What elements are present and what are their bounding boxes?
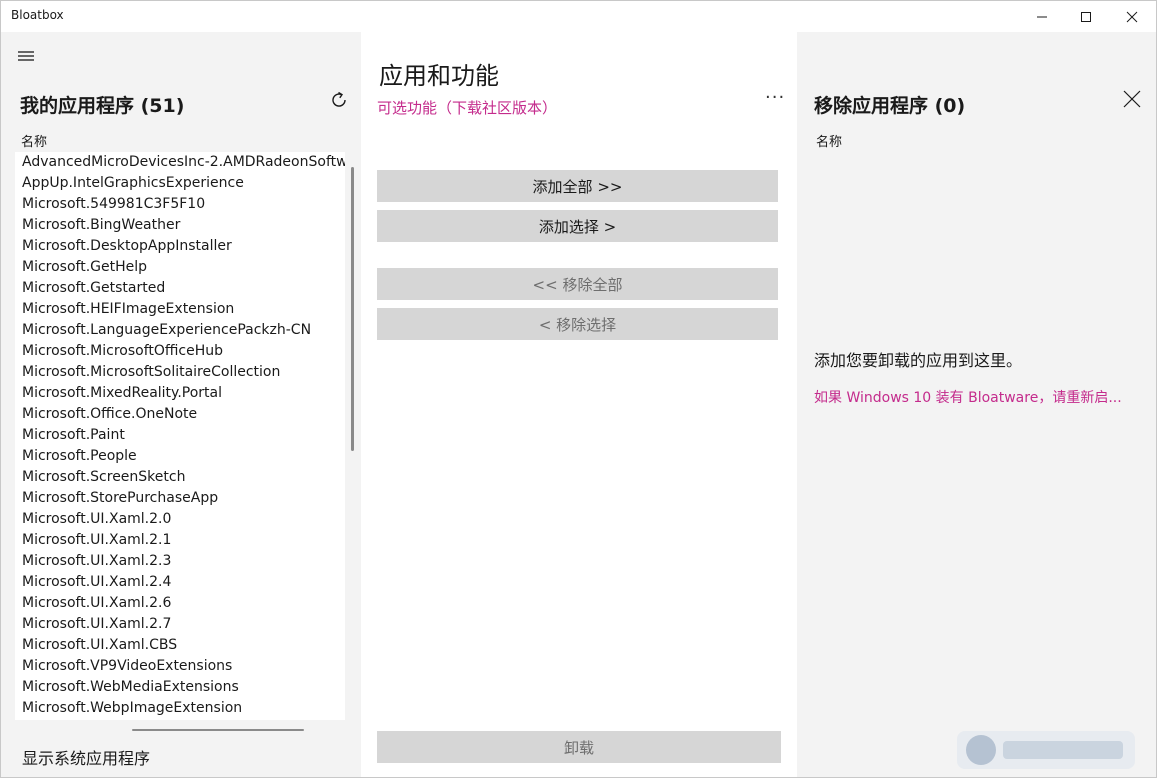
app-list-item[interactable]: Microsoft.ScreenSketch [15, 467, 345, 488]
close-icon [1126, 11, 1138, 22]
optional-features-link[interactable]: 可选功能（下载社区版本） [377, 97, 557, 118]
app-list-item[interactable]: Microsoft.UI.Xaml.CBS [15, 635, 345, 656]
app-list-item[interactable]: Microsoft.VP9VideoExtensions [15, 656, 345, 677]
app-list-item[interactable]: Microsoft.UI.Xaml.2.3 [15, 551, 345, 572]
menu-button[interactable] [15, 48, 37, 64]
app-list-item[interactable]: AppUp.IntelGraphicsExperience [15, 173, 345, 194]
bloatware-restart-link[interactable]: 如果 Windows 10 装有 Bloatware，请重新启... [814, 387, 1122, 407]
app-list-item[interactable]: Microsoft.People [15, 446, 345, 467]
my-apps-pane: 我的应用程序 (51) 名称 AdvancedMicroDevicesInc-2… [1, 32, 361, 777]
app-list-item[interactable]: Microsoft.MicrosoftOfficeHub [15, 341, 345, 362]
app-list-item[interactable]: Microsoft.UI.Xaml.2.4 [15, 572, 345, 593]
app-list-item[interactable]: Microsoft.Getstarted [15, 278, 345, 299]
app-list-item[interactable]: Microsoft.MicrosoftSolitaireCollection [15, 362, 345, 383]
apps-features-title: 应用和功能 [379, 62, 499, 90]
app-list-item[interactable]: Microsoft.DesktopAppInstaller [15, 236, 345, 257]
my-apps-title: 我的应用程序 (51) [20, 95, 185, 117]
actions-pane: 应用和功能 可选功能（下载社区版本） ··· 添加全部 >> 添加选择 > <<… [361, 32, 797, 777]
maximize-button[interactable] [1063, 1, 1109, 32]
add-selected-button[interactable]: 添加选择 > [377, 210, 778, 242]
show-system-apps-toggle[interactable]: 显示系统应用程序 [22, 745, 150, 769]
close-pane-button[interactable] [1123, 90, 1141, 108]
close-button[interactable] [1109, 1, 1155, 32]
app-list-item[interactable]: Microsoft.Office.OneNote [15, 404, 345, 425]
app-list-item[interactable]: Microsoft.MixedReality.Portal [15, 383, 345, 404]
refresh-button[interactable] [328, 89, 350, 111]
app-list-item[interactable]: Microsoft.WebpImageExtension [15, 698, 345, 719]
uninstall-button[interactable]: 卸载 [377, 731, 781, 763]
hamburger-icon [18, 51, 34, 61]
more-options-button[interactable]: ··· [765, 87, 785, 108]
app-list-item[interactable]: Microsoft.Paint [15, 425, 345, 446]
app-list-item[interactable]: Microsoft.LanguageExperiencePackzh-CN [15, 320, 345, 341]
remove-name-column-header: 名称 [816, 135, 843, 150]
list-horizontal-scrollbar[interactable] [132, 729, 304, 731]
remove-selected-button[interactable]: < 移除选择 [377, 308, 778, 340]
refresh-icon [332, 91, 346, 107]
apps-list-items: AdvancedMicroDevicesInc-2.AMDRadeonSoftw… [15, 152, 345, 719]
app-list-item[interactable]: Microsoft.BingWeather [15, 215, 345, 236]
watermark-logo [957, 731, 1135, 769]
app-window: Bloatbox 我的应用程序 (51) 名称 AdvancedMicroDev… [0, 0, 1157, 778]
remove-apps-pane: 移除应用程序 (0) 名称 添加您要卸载的应用到这里。 如果 Windows 1… [797, 32, 1156, 777]
list-vertical-scrollbar[interactable] [351, 167, 354, 451]
app-list-item[interactable]: Microsoft.UI.Xaml.2.1 [15, 530, 345, 551]
app-list-item[interactable]: Microsoft.HEIFImageExtension [15, 299, 345, 320]
app-list-item[interactable]: Microsoft.UI.Xaml.2.7 [15, 614, 345, 635]
window-title: Bloatbox [11, 8, 64, 22]
remove-apps-title: 移除应用程序 (0) [814, 95, 966, 117]
name-column-header: 名称 [21, 135, 48, 150]
app-list-item[interactable]: Microsoft.UI.Xaml.2.0 [15, 509, 345, 530]
app-list-item[interactable]: Microsoft.StorePurchaseApp [15, 488, 345, 509]
remove-all-button[interactable]: << 移除全部 [377, 268, 778, 300]
app-list-item[interactable]: Microsoft.549981C3F5F10 [15, 194, 345, 215]
maximize-icon [1081, 11, 1091, 22]
title-bar: Bloatbox [1, 1, 1156, 32]
app-list-item[interactable]: AdvancedMicroDevicesInc-2.AMDRadeonSoftw… [15, 152, 345, 173]
app-list-item[interactable]: Microsoft.GetHelp [15, 257, 345, 278]
add-all-button[interactable]: 添加全部 >> [377, 170, 778, 202]
minimize-button[interactable] [1019, 1, 1065, 32]
empty-remove-message: 添加您要卸载的应用到这里。 [814, 351, 1023, 370]
minimize-icon [1037, 16, 1047, 17]
close-pane-icon [1123, 90, 1141, 108]
app-list-item[interactable]: Microsoft.UI.Xaml.2.6 [15, 593, 345, 614]
app-list-item[interactable]: Microsoft.WebMediaExtensions [15, 677, 345, 698]
installed-apps-list[interactable]: AdvancedMicroDevicesInc-2.AMDRadeonSoftw… [15, 152, 345, 720]
